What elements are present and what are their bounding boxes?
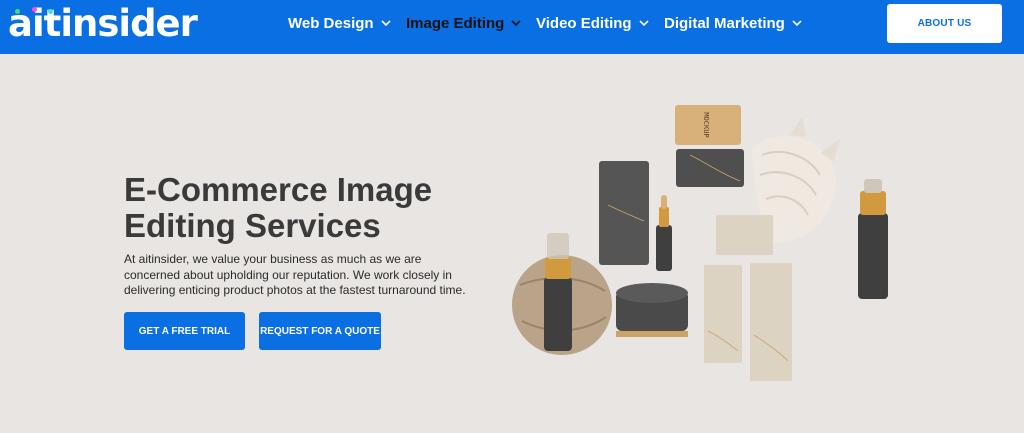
nav-label: Digital Marketing bbox=[664, 14, 785, 32]
nav-digital-marketing[interactable]: Digital Marketing bbox=[664, 13, 804, 33]
nav-video-editing[interactable]: Video Editing bbox=[536, 13, 656, 33]
mockup-label: MOCKUP bbox=[702, 112, 710, 137]
chevron-down-icon bbox=[510, 17, 522, 29]
hero-title: E-Commerce Image Editing Services bbox=[124, 171, 433, 244]
brand-logo[interactable]: aitinsider bbox=[8, 3, 198, 45]
nav-image-editing[interactable]: Image Editing bbox=[406, 13, 526, 33]
request-quote-button[interactable]: REQUEST FOR A QUOTE bbox=[259, 312, 381, 350]
nav-web-design[interactable]: Web Design bbox=[288, 13, 398, 33]
logo-dots-icon bbox=[15, 7, 63, 15]
chevron-down-icon bbox=[380, 17, 392, 29]
chevron-down-icon bbox=[791, 17, 803, 29]
hero-description: At aitinsider, we value your business as… bbox=[124, 252, 466, 297]
nav-label: Web Design bbox=[288, 14, 374, 32]
top-navbar: aitinsider Web Design Image Editing Vide… bbox=[0, 0, 1024, 54]
about-us-button[interactable]: ABOUT US bbox=[887, 4, 1002, 43]
cosmetics-mockup-image: MOCKUP bbox=[512, 105, 888, 381]
nav-label: Video Editing bbox=[536, 14, 632, 32]
chevron-down-icon bbox=[638, 17, 650, 29]
nav-label: Image Editing bbox=[406, 14, 505, 32]
free-trial-button[interactable]: GET A FREE TRIAL bbox=[124, 312, 245, 350]
